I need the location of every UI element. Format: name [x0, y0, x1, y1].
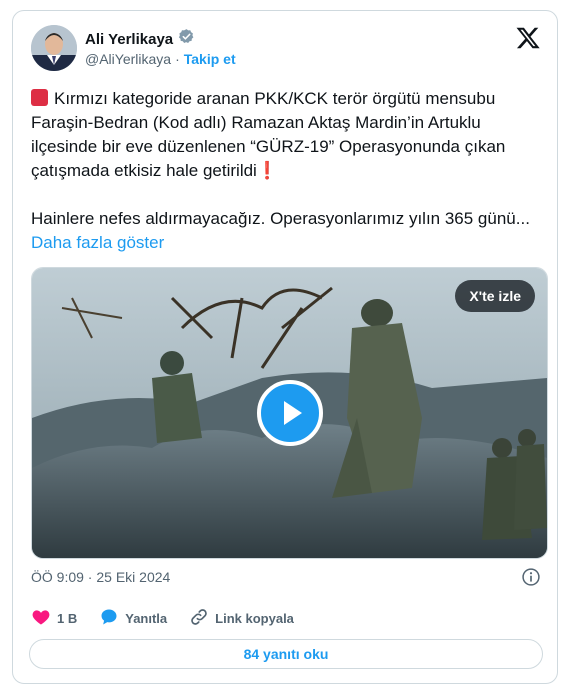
- timestamp[interactable]: ÖÖ 9:09 · 25 Eki 2024: [31, 569, 170, 585]
- x-logo-icon[interactable]: [515, 25, 541, 51]
- link-icon: [189, 607, 209, 630]
- red-square-icon: [31, 89, 48, 106]
- paragraph-2-text: Hainlere nefes aldırmayacağız. Operasyon…: [31, 209, 530, 228]
- video-player[interactable]: X'te izle: [31, 267, 548, 559]
- like-button[interactable]: 1 B: [31, 607, 77, 630]
- action-bar: 1 B Yanıtla Link kopyala: [31, 607, 316, 630]
- tweet-paragraph-1: Kırmızı kategoride aranan PKK/KCK terör …: [31, 87, 551, 183]
- exclamation-icon: ❗: [256, 161, 278, 180]
- author-handle[interactable]: @AliYerlikaya: [85, 51, 171, 67]
- copy-link-button[interactable]: Link kopyala: [189, 607, 294, 630]
- author-name-row: Ali Yerlikaya: [85, 28, 195, 50]
- verified-badge-icon: [178, 28, 195, 50]
- like-count: 1 B: [57, 611, 78, 626]
- handle-separator: ·: [175, 51, 180, 67]
- tweet-text: Kırmızı kategoride aranan PKK/KCK terör …: [31, 87, 551, 255]
- avatar[interactable]: [31, 25, 77, 71]
- follow-button[interactable]: Takip et: [184, 51, 236, 67]
- handle-row: @AliYerlikaya · Takip et: [85, 51, 236, 67]
- heart-icon: [31, 607, 51, 630]
- read-replies-button[interactable]: 84 yanıtı oku: [29, 639, 543, 669]
- speech-bubble-icon: [99, 607, 119, 630]
- show-more-link[interactable]: Daha fazla göster: [31, 233, 164, 252]
- watch-on-x-button[interactable]: X'te izle: [455, 280, 535, 312]
- copy-link-label: Link kopyala: [215, 611, 294, 626]
- reply-label: Yanıtla: [125, 611, 168, 626]
- tweet-card: Ali Yerlikaya @AliYerlikaya · Takip et K…: [12, 10, 558, 684]
- reply-button[interactable]: Yanıtla: [99, 607, 167, 630]
- tweet-paragraph-2: Hainlere nefes aldırmayacağız. Operasyon…: [31, 207, 551, 255]
- play-button-icon[interactable]: [257, 380, 323, 446]
- author-name[interactable]: Ali Yerlikaya: [85, 31, 173, 48]
- info-icon[interactable]: [521, 567, 541, 587]
